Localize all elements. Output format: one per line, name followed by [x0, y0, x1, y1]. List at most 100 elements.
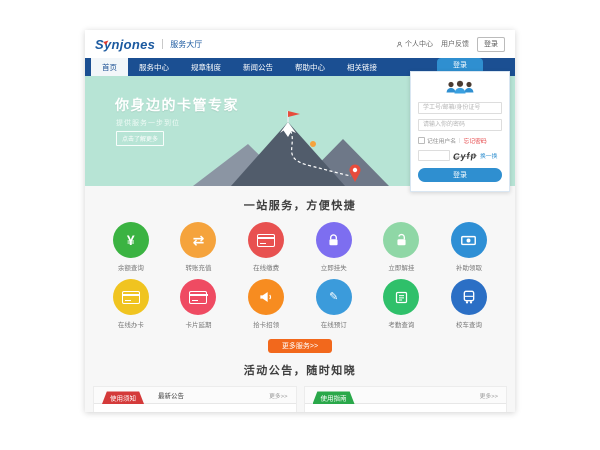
login-submit-button[interactable]: 登录 — [418, 168, 502, 182]
mountains-illustration — [193, 106, 393, 186]
service-label: 校车查询 — [456, 319, 482, 329]
logo-divider — [162, 39, 163, 49]
user-feedback-link[interactable]: 用户反馈 — [441, 39, 469, 49]
service-label: 补助领取 — [456, 262, 482, 272]
main-content: 一站服务，方便快捷 ¥ 余额查询 ⇄ 转账充值 在线缴费 立即挂失 — [85, 186, 515, 412]
online-payment-button[interactable] — [248, 222, 284, 258]
nav-item-service-center[interactable]: 服务中心 — [128, 58, 180, 76]
login-panel: 登录 记住用户名 | 忘记密码 Cyfp 换一换 登录 — [410, 58, 510, 192]
nav-item-news[interactable]: 新闻公告 — [232, 58, 284, 76]
service-item-online-payment: 在线缴费 — [232, 222, 300, 272]
left-panel-header: 使用须知 最新公告 更多>> — [94, 387, 296, 404]
left-more-link[interactable]: 更多>> — [269, 391, 287, 400]
username-input[interactable] — [418, 102, 502, 114]
service-item-lost-found: 拾卡招领 — [232, 279, 300, 329]
latest-announcements-tab[interactable]: 最新公告 — [158, 390, 184, 400]
banner-subtitle: 提供服务一步到位 — [116, 118, 180, 128]
login-tab[interactable]: 登录 — [437, 58, 483, 71]
right-panel-header: 使用指南 更多>> — [305, 387, 507, 404]
password-input[interactable] — [418, 119, 502, 131]
lock-icon — [326, 233, 341, 248]
service-item-balance: ¥ 余额查询 — [97, 222, 165, 272]
service-label: 在线办卡 — [118, 319, 144, 329]
service-label: 转账充值 — [185, 262, 211, 272]
logo[interactable]: Synjones 服务大厅 — [95, 37, 202, 52]
personal-center-link[interactable]: 个人中心 — [396, 39, 433, 49]
attendance-inquiry-button[interactable] — [383, 279, 419, 315]
service-item-card-extension: 卡片延期 — [165, 279, 233, 329]
service-label: 考勤查询 — [388, 319, 414, 329]
usage-notice-tab[interactable]: 使用须知 — [102, 391, 144, 404]
usage-guide-tab[interactable]: 使用指南 — [313, 391, 355, 404]
site-tagline: 服务大厅 — [170, 39, 202, 50]
service-label: 余额查询 — [118, 262, 144, 272]
more-services-button[interactable]: 更多服务>> — [268, 339, 332, 353]
transfer-recharge-button[interactable]: ⇄ — [180, 222, 216, 258]
service-label: 立即挂失 — [321, 262, 347, 272]
bank-card-icon — [122, 291, 140, 304]
right-more-link[interactable]: 更多>> — [480, 391, 498, 400]
user-feedback-label: 用户反馈 — [441, 39, 469, 49]
unlock-icon — [394, 233, 409, 248]
megaphone-icon — [258, 289, 274, 305]
nav-item-home[interactable]: 首页 — [91, 58, 128, 76]
flag-icon — [288, 111, 300, 117]
login-top-button[interactable]: 登录 — [477, 37, 505, 52]
report-loss-button[interactable] — [316, 222, 352, 258]
online-card-apply-button[interactable] — [113, 279, 149, 315]
forgot-password-link[interactable]: 忘记密码 — [464, 136, 487, 145]
banner-cta-button[interactable]: 点击了解更多 — [116, 131, 164, 146]
service-label: 卡片延期 — [185, 319, 211, 329]
balance-inquiry-button[interactable]: ¥ — [113, 222, 149, 258]
remember-checkbox[interactable] — [418, 137, 425, 144]
announcements-section-title: 活动公告，随时知晓 — [85, 362, 515, 378]
service-item-report-loss: 立即挂失 — [300, 222, 368, 272]
users-group-icon — [443, 79, 477, 96]
service-item-bus: 校车查询 — [435, 279, 503, 329]
nav-item-help[interactable]: 帮助中心 — [284, 58, 336, 76]
remember-separator: | — [459, 138, 461, 144]
site-page: Synjones 服务大厅 个人中心 用户反馈 登录 首页 服务中心 规章制度 … — [85, 30, 515, 412]
announcement-panels: 使用须知 最新公告 更多>> 使用指南 更多>> — [85, 378, 515, 412]
service-item-transfer: ⇄ 转账充值 — [165, 222, 233, 272]
unlock-button[interactable] — [383, 222, 419, 258]
service-item-booking: ✎ 在线预订 — [300, 279, 368, 329]
login-form: 记住用户名 | 忘记密码 Cyfp 换一换 登录 — [410, 71, 510, 192]
remember-row: 记住用户名 | 忘记密码 — [418, 136, 502, 145]
left-announcement-panel: 使用须知 最新公告 更多>> — [93, 386, 297, 412]
online-booking-button[interactable]: ✎ — [316, 279, 352, 315]
lost-card-claim-button[interactable] — [248, 279, 284, 315]
service-label: 在线缴费 — [253, 262, 279, 272]
service-item-attendance: 考勤查询 — [368, 279, 436, 329]
remember-label: 记住用户名 — [427, 136, 456, 145]
transfer-arrows-icon: ⇄ — [193, 233, 205, 247]
captcha-row: Cyfp 换一换 — [418, 150, 502, 161]
nav-item-rules[interactable]: 规章制度 — [180, 58, 232, 76]
school-bus-inquiry-button[interactable] — [451, 279, 487, 315]
bus-icon — [461, 289, 477, 305]
banknote-icon — [460, 232, 477, 249]
captcha-image: Cyfp — [453, 150, 478, 162]
service-item-unlock: 立即解挂 — [368, 222, 436, 272]
service-label: 在线预订 — [321, 319, 347, 329]
edit-icon: ✎ — [329, 292, 338, 303]
right-announcement-panel: 使用指南 更多>> — [304, 386, 508, 412]
person-icon — [396, 41, 403, 48]
top-bar-right: 个人中心 用户反馈 登录 — [396, 37, 505, 52]
service-item-card-apply: 在线办卡 — [97, 279, 165, 329]
top-bar: Synjones 服务大厅 个人中心 用户反馈 登录 — [85, 30, 515, 58]
card-extension-button[interactable] — [180, 279, 216, 315]
service-item-subsidy: 补助领取 — [435, 222, 503, 272]
subsidy-claim-button[interactable] — [451, 222, 487, 258]
services-grid: ¥ 余额查询 ⇄ 转账充值 在线缴费 立即挂失 立即解挂 — [85, 213, 515, 336]
list-icon — [394, 290, 409, 305]
service-label: 立即解挂 — [388, 262, 414, 272]
bank-card-icon — [257, 234, 275, 247]
bank-card-icon — [189, 291, 207, 304]
yen-icon: ¥ — [127, 233, 135, 247]
personal-center-label: 个人中心 — [405, 39, 433, 49]
captcha-input[interactable] — [418, 150, 450, 161]
nav-item-links[interactable]: 相关链接 — [336, 58, 388, 76]
services-section-title: 一站服务，方便快捷 — [85, 197, 515, 213]
captcha-refresh-link[interactable]: 换一换 — [480, 151, 497, 160]
